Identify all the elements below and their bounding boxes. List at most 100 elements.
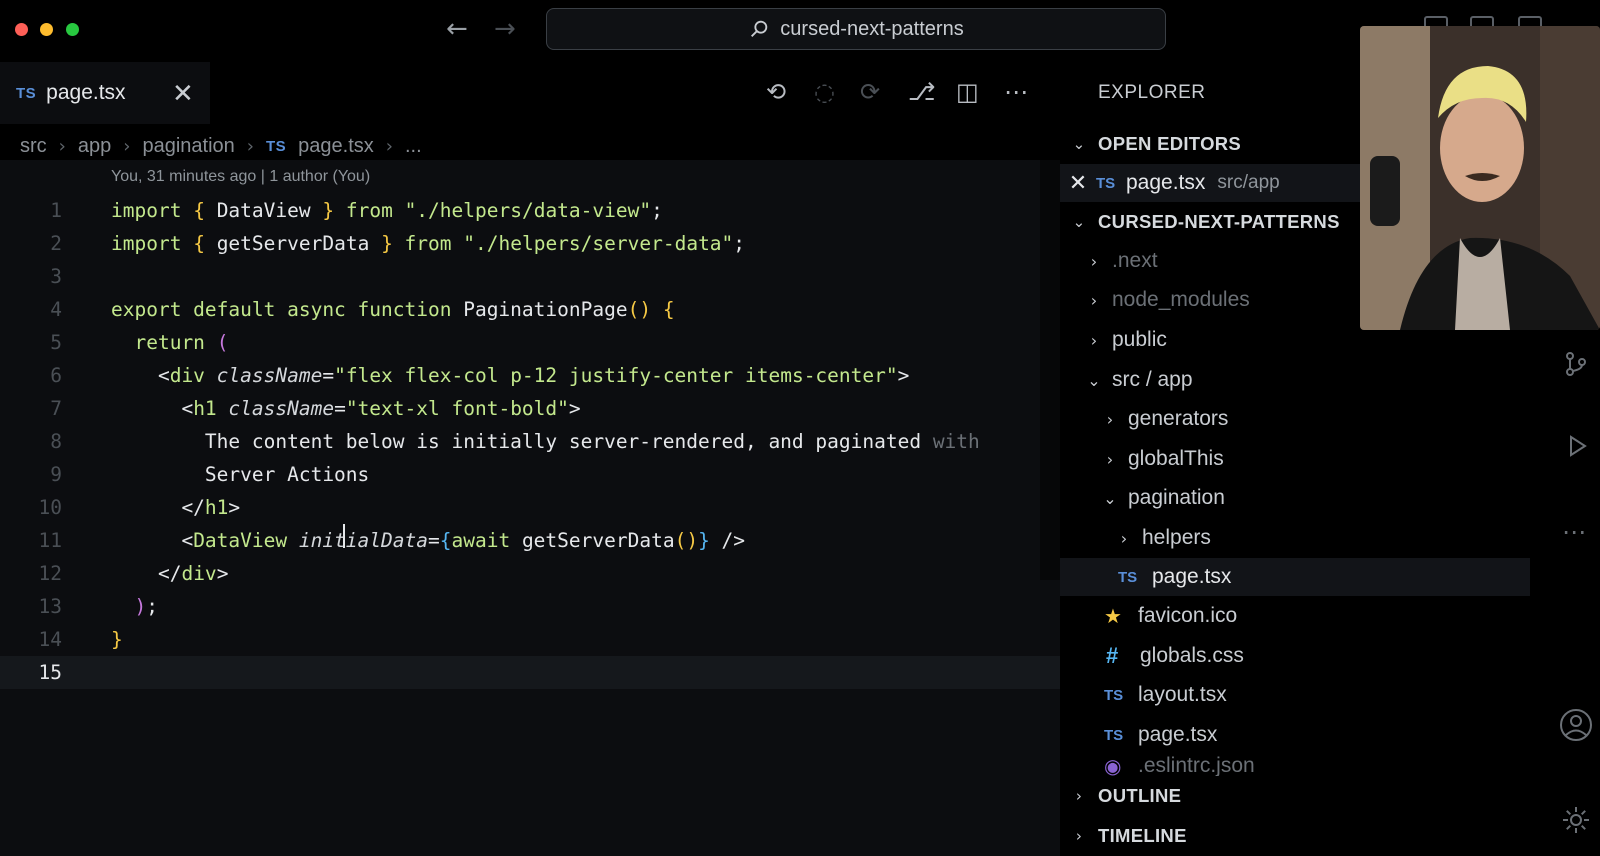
- code-text: <div className="flex flex-col p-12 justi…: [111, 364, 910, 387]
- line-number: 1: [50, 199, 62, 222]
- tab-page-tsx[interactable]: TS page.tsx ✕: [0, 62, 210, 124]
- tree-file[interactable]: ◉ .eslintrc.json: [1060, 754, 1530, 776]
- tree-folder[interactable]: › globalThis: [1060, 440, 1530, 478]
- code-line-current[interactable]: 15: [0, 656, 1060, 689]
- timeline-section[interactable]: › TIMELINE: [1060, 818, 1550, 854]
- section-label: OUTLINE: [1098, 785, 1182, 806]
- split-editor-icon[interactable]: ◫: [956, 78, 979, 106]
- tree-item-label: generators: [1128, 407, 1229, 430]
- code-text: <h1 className="text-xl font-bold">: [111, 397, 581, 420]
- command-center-search[interactable]: cursed-next-patterns: [546, 8, 1166, 50]
- code-line[interactable]: 10 </h1>: [0, 491, 1060, 524]
- line-number: 13: [38, 595, 62, 618]
- code-line[interactable]: 14}: [0, 623, 1060, 656]
- code-line[interactable]: 1 import { DataView } from "./helpers/dat…: [0, 194, 1060, 227]
- typescript-file-icon: TS: [1104, 726, 1124, 744]
- chevron-right-icon: ›: [1090, 251, 1098, 271]
- tree-folder[interactable]: › generators: [1060, 400, 1530, 438]
- go-back-change-icon[interactable]: ⟲: [766, 78, 786, 106]
- code-line[interactable]: 9 Server Actions: [0, 458, 1060, 491]
- chevron-right-icon: ›: [1075, 827, 1083, 845]
- code-line[interactable]: 7 <h1 className="text-xl font-bold">: [0, 392, 1060, 425]
- chevron-down-icon: ⌄: [1087, 370, 1101, 390]
- tree-item-label: globalThis: [1128, 447, 1224, 470]
- chevron-down-icon: ⌄: [1072, 213, 1086, 231]
- tree-file[interactable]: ★ favicon.ico: [1060, 597, 1530, 635]
- close-window-button[interactable]: [15, 23, 28, 36]
- code-line[interactable]: 5 return (: [0, 326, 1060, 359]
- command-center-label: cursed-next-patterns: [780, 17, 964, 40]
- chevron-right-icon: ›: [385, 135, 393, 157]
- minimap[interactable]: [1040, 160, 1060, 580]
- tree-item-label: page.tsx: [1138, 723, 1218, 746]
- breadcrumb-item[interactable]: app: [78, 135, 111, 158]
- more-views-icon[interactable]: ⋯: [1562, 518, 1590, 546]
- chevron-right-icon: ›: [1106, 449, 1114, 469]
- more-actions-icon[interactable]: ⋯: [1004, 78, 1028, 106]
- minimize-window-button[interactable]: [40, 23, 53, 36]
- git-compare-icon[interactable]: ⎇: [908, 78, 936, 106]
- line-number: 11: [38, 529, 62, 552]
- tree-folder[interactable]: ⌄ pagination: [1060, 479, 1530, 517]
- open-editor-path: src/app: [1217, 172, 1280, 193]
- close-icon[interactable]: ✕: [1060, 171, 1096, 196]
- code-line[interactable]: 12 </div>: [0, 557, 1060, 590]
- timeline-dot-icon[interactable]: ◌: [814, 78, 835, 106]
- tree-item-label: helpers: [1142, 526, 1211, 549]
- line-number: 10: [38, 496, 62, 519]
- run-debug-icon[interactable]: [1562, 432, 1590, 460]
- tree-file[interactable]: # globals.css: [1060, 637, 1530, 675]
- tree-file-selected[interactable]: TS page.tsx: [1060, 558, 1530, 596]
- forward-arrow-icon[interactable]: →: [494, 14, 516, 44]
- code-line[interactable]: 6 <div className="flex flex-col p-12 jus…: [0, 359, 1060, 392]
- git-blame-annotation[interactable]: You, 31 minutes ago | 1 author (You): [111, 168, 370, 186]
- code-text: </div>: [111, 562, 229, 585]
- code-line[interactable]: 2 import { getServerData } from "./helper…: [0, 227, 1060, 260]
- breadcrumb-item[interactable]: page.tsx: [298, 135, 374, 158]
- tree-folder[interactable]: ⌄ src / app: [1060, 361, 1530, 399]
- eslint-icon: ◉: [1104, 754, 1122, 776]
- code-line[interactable]: 13 );: [0, 590, 1060, 623]
- code-lines[interactable]: 1 import { DataView } from "./helpers/dat…: [0, 194, 1060, 689]
- breadcrumb-item[interactable]: pagination: [142, 135, 234, 158]
- go-forward-change-icon[interactable]: ⟳: [860, 78, 880, 106]
- chevron-right-icon: ›: [58, 135, 66, 157]
- account-icon[interactable]: [1559, 708, 1593, 742]
- back-arrow-icon[interactable]: ←: [446, 14, 468, 44]
- code-line[interactable]: 3: [0, 260, 1060, 293]
- close-icon[interactable]: ✕: [172, 78, 194, 108]
- line-number: 8: [50, 430, 62, 453]
- zoom-window-button[interactable]: [66, 23, 79, 36]
- code-text: export default async function Pagination…: [111, 298, 675, 321]
- code-line[interactable]: 4 export default async function Paginatio…: [0, 293, 1060, 326]
- typescript-file-icon: TS: [1096, 174, 1116, 192]
- gear-icon[interactable]: [1560, 804, 1592, 836]
- presenter-video-image: [1360, 26, 1600, 330]
- tree-file[interactable]: TS page.tsx: [1060, 716, 1530, 754]
- outline-section[interactable]: › OUTLINE: [1060, 778, 1550, 814]
- tree-item-label: layout.tsx: [1138, 683, 1227, 706]
- code-text: );: [134, 595, 158, 618]
- chevron-right-icon: ›: [1090, 290, 1098, 310]
- tab-label: page.tsx: [46, 81, 126, 104]
- tree-item-label: favicon.ico: [1138, 604, 1238, 627]
- code-line[interactable]: 11 <DataView initialData={await getServe…: [0, 524, 1060, 557]
- editor-tab-strip: TS page.tsx ✕ ⟲ ◌ ⟳ ⎇ ◫ ⋯: [0, 60, 1060, 124]
- breadcrumb-item[interactable]: src: [20, 135, 47, 158]
- hash-icon: #: [1106, 643, 1119, 668]
- tree-file[interactable]: TS layout.tsx: [1060, 676, 1530, 714]
- code-editor[interactable]: You, 31 minutes ago | 1 author (You) 1 im…: [0, 160, 1060, 856]
- section-label: OPEN EDITORS: [1098, 133, 1242, 154]
- code-text: Server Actions: [111, 463, 370, 486]
- breadcrumb-item[interactable]: ...: [405, 135, 422, 158]
- tree-folder[interactable]: › helpers: [1060, 519, 1530, 557]
- tree-item-label: .eslintrc.json: [1138, 754, 1255, 776]
- code-line[interactable]: 8 The content below is initially server-…: [0, 425, 1060, 458]
- code-text: import { DataView } from "./helpers/data…: [111, 199, 663, 222]
- code-text: return (: [134, 331, 229, 354]
- text-cursor-icon: [343, 524, 345, 548]
- source-control-icon[interactable]: [1562, 350, 1590, 378]
- breadcrumb: src › app › pagination › TS page.tsx › .…: [20, 130, 422, 162]
- typescript-file-icon: TS: [1104, 686, 1124, 704]
- line-number: 5: [50, 331, 62, 354]
